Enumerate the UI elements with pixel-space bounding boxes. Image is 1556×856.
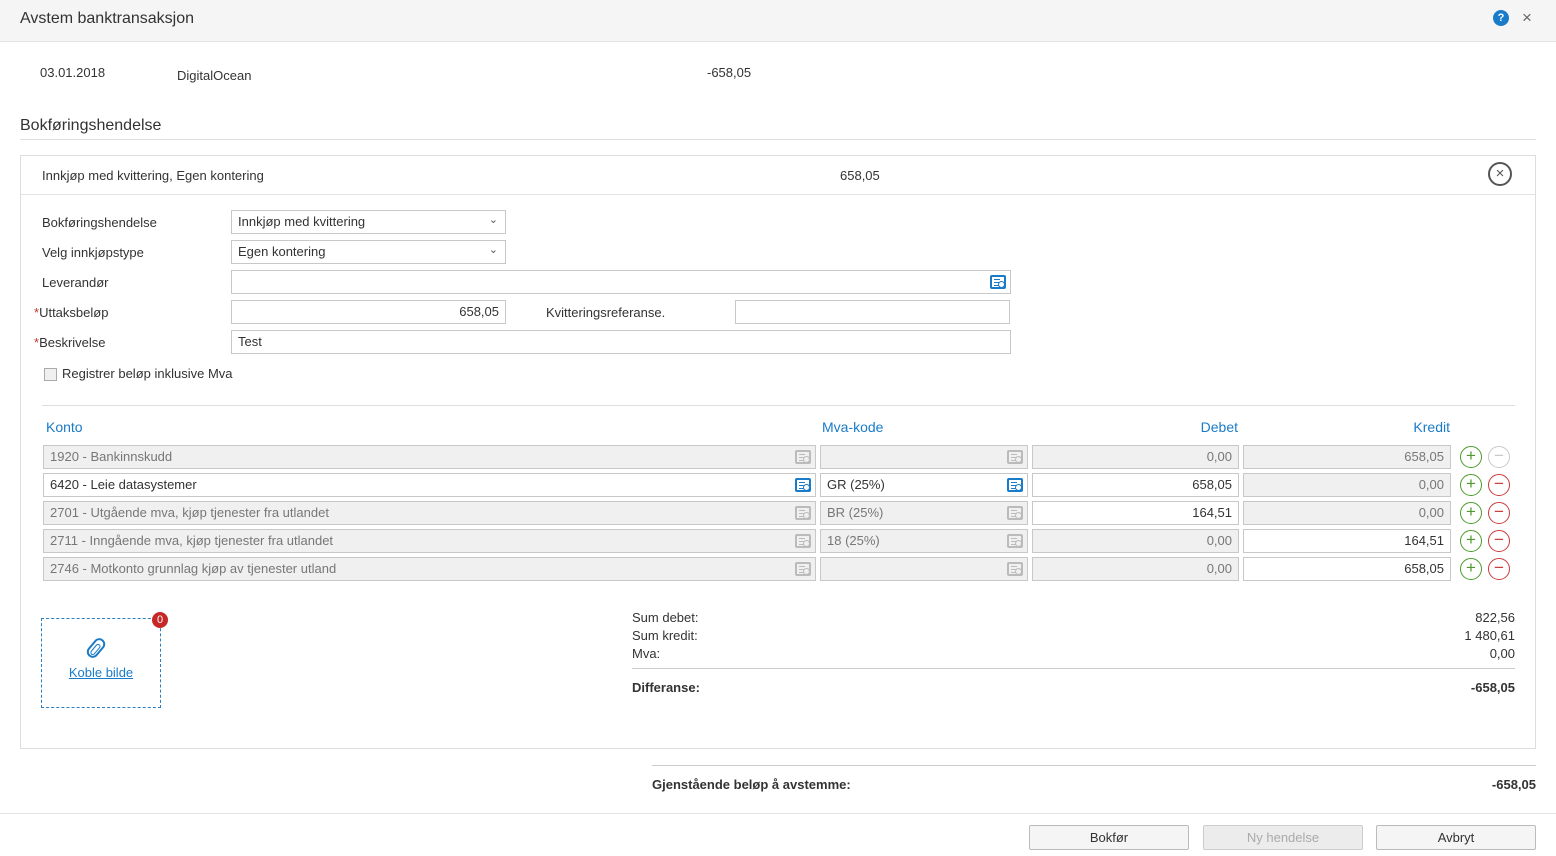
purchase-type-label: Velg innkjøpstype bbox=[42, 245, 144, 260]
purchase-type-value: Egen kontering bbox=[238, 244, 326, 259]
debit-cell: 0,00 bbox=[1032, 445, 1239, 469]
account-lookup-icon bbox=[795, 450, 811, 464]
vat-code-cell bbox=[820, 445, 1028, 469]
event-panel-divider bbox=[21, 194, 1535, 195]
chevron-down-icon: ⌄ bbox=[488, 244, 498, 256]
account-cell[interactable]: 6420 - Leie datasystemer bbox=[43, 473, 816, 497]
debit-cell[interactable]: 164,51 bbox=[1032, 501, 1239, 525]
supplier-input[interactable] bbox=[231, 270, 1011, 294]
remove-row-icon: − bbox=[1488, 446, 1510, 468]
close-icon[interactable]: × bbox=[1522, 8, 1532, 28]
event-type-value: Innkjøp med kvittering bbox=[238, 214, 366, 229]
account-cell: 2701 - Utgående mva, kjøp tjenester fra … bbox=[43, 501, 816, 525]
vat-code-cell: 18 (25%) bbox=[820, 529, 1028, 553]
vat-value: 0,00 bbox=[1489, 646, 1515, 661]
help-icon[interactable]: ? bbox=[1493, 10, 1509, 26]
vat-lookup-icon bbox=[1007, 534, 1023, 548]
attachment-count-badge: 0 bbox=[152, 612, 168, 628]
section-title: Bokføringshendelse bbox=[20, 117, 162, 134]
credit-cell[interactable]: 164,51 bbox=[1243, 529, 1451, 553]
difference-label: Differanse: bbox=[632, 680, 700, 695]
remove-row-icon[interactable]: − bbox=[1488, 530, 1510, 552]
vat-lookup-icon bbox=[1007, 562, 1023, 576]
account-lookup-icon[interactable] bbox=[795, 478, 811, 492]
purchase-type-select[interactable]: Egen kontering ⌄ bbox=[231, 240, 506, 264]
remove-event-icon[interactable]: × bbox=[1488, 162, 1512, 186]
section-divider bbox=[20, 139, 1536, 140]
event-amount: 658,05 bbox=[840, 168, 880, 183]
attach-image-dropzone[interactable]: Koble bilde bbox=[41, 618, 161, 708]
footer-divider bbox=[0, 813, 1556, 814]
post-button[interactable]: Bokfør bbox=[1029, 825, 1189, 850]
remaining-divider bbox=[652, 765, 1536, 766]
sum-credit-label: Sum kredit: bbox=[632, 628, 698, 643]
account-lookup-icon bbox=[795, 562, 811, 576]
col-header-credit[interactable]: Kredit bbox=[1250, 419, 1450, 435]
remaining-value: -658,05 bbox=[1491, 777, 1536, 792]
account-cell: 1920 - Bankinnskudd bbox=[43, 445, 816, 469]
remaining-label: Gjenstående beløp å avstemme: bbox=[652, 777, 851, 792]
description-label: *Beskrivelse bbox=[34, 335, 106, 350]
col-header-vat-code[interactable]: Mva-kode bbox=[822, 419, 883, 435]
supplier-label: Leverandør bbox=[42, 275, 109, 290]
sum-debit-value: 822,56 bbox=[1475, 610, 1515, 625]
include-vat-checkbox[interactable] bbox=[44, 368, 57, 381]
account-lookup-icon bbox=[795, 534, 811, 548]
supplier-lookup-icon[interactable] bbox=[990, 275, 1006, 289]
account-lookup-icon bbox=[795, 506, 811, 520]
cancel-button[interactable]: Avbryt bbox=[1376, 825, 1536, 850]
add-row-icon[interactable]: + bbox=[1460, 502, 1482, 524]
debit-cell: 0,00 bbox=[1032, 557, 1239, 581]
debit-cell: 0,00 bbox=[1032, 529, 1239, 553]
grid-divider bbox=[42, 405, 1515, 406]
credit-cell[interactable]: 658,05 bbox=[1243, 557, 1451, 581]
col-header-debit[interactable]: Debet bbox=[1038, 419, 1238, 435]
col-header-account[interactable]: Konto bbox=[46, 419, 83, 435]
transaction-amount: -658,05 bbox=[707, 65, 752, 80]
transaction-name: DigitalOcean bbox=[177, 68, 252, 83]
sum-debit-label: Sum debet: bbox=[632, 610, 699, 625]
vat-lookup-icon bbox=[1007, 506, 1023, 520]
sum-credit-value: 1 480,61 bbox=[1464, 628, 1515, 643]
vat-code-cell[interactable]: GR (25%) bbox=[820, 473, 1028, 497]
summary-divider bbox=[632, 668, 1515, 669]
credit-cell: 0,00 bbox=[1243, 501, 1451, 525]
include-vat-label: Registrer beløp inklusive Mva bbox=[62, 366, 233, 381]
account-cell: 2746 - Motkonto grunnlag kjøp av tjenest… bbox=[43, 557, 816, 581]
difference-value: -658,05 bbox=[1470, 680, 1515, 695]
description-label-text: Beskrivelse bbox=[39, 335, 106, 350]
transaction-date: 03.01.2018 bbox=[40, 65, 106, 80]
dialog-titlebar: Avstem banktransaksjon ? × bbox=[0, 0, 1556, 42]
receipt-ref-label: Kvitteringsreferanse. bbox=[546, 305, 666, 320]
remove-row-icon[interactable]: − bbox=[1488, 474, 1510, 496]
add-row-icon[interactable]: + bbox=[1460, 530, 1482, 552]
event-type-select[interactable]: Innkjøp med kvittering ⌄ bbox=[231, 210, 506, 234]
vat-code-cell bbox=[820, 557, 1028, 581]
vat-code-cell: BR (25%) bbox=[820, 501, 1028, 525]
event-type-label: Bokføringshendelse bbox=[42, 215, 157, 230]
account-cell: 2711 - Inngående mva, kjøp tjenester fra… bbox=[43, 529, 816, 553]
remove-row-icon[interactable]: − bbox=[1488, 502, 1510, 524]
description-input[interactable]: Test bbox=[231, 330, 1011, 354]
add-row-icon[interactable]: + bbox=[1460, 474, 1482, 496]
vat-lookup-icon[interactable] bbox=[1007, 478, 1023, 492]
debit-cell[interactable]: 658,05 bbox=[1032, 473, 1239, 497]
receipt-ref-input[interactable] bbox=[735, 300, 1010, 324]
amount-input[interactable]: 658,05 bbox=[231, 300, 506, 324]
amount-label: *Uttaksbeløp bbox=[34, 305, 108, 320]
credit-cell: 0,00 bbox=[1243, 473, 1451, 497]
new-event-button: Ny hendelse bbox=[1203, 825, 1363, 850]
credit-cell: 658,05 bbox=[1243, 445, 1451, 469]
attach-image-link[interactable]: Koble bilde bbox=[42, 665, 160, 680]
paperclip-icon bbox=[84, 635, 108, 661]
dialog-title: Avstem banktransaksjon bbox=[20, 10, 195, 27]
vat-lookup-icon bbox=[1007, 450, 1023, 464]
event-summary: Innkjøp med kvittering, Egen kontering bbox=[42, 168, 264, 183]
chevron-down-icon: ⌄ bbox=[488, 214, 498, 226]
vat-label: Mva: bbox=[632, 646, 661, 661]
add-row-icon[interactable]: + bbox=[1460, 446, 1482, 468]
add-row-icon[interactable]: + bbox=[1460, 558, 1482, 580]
remove-row-icon[interactable]: − bbox=[1488, 558, 1510, 580]
amount-label-text: Uttaksbeløp bbox=[39, 305, 109, 320]
